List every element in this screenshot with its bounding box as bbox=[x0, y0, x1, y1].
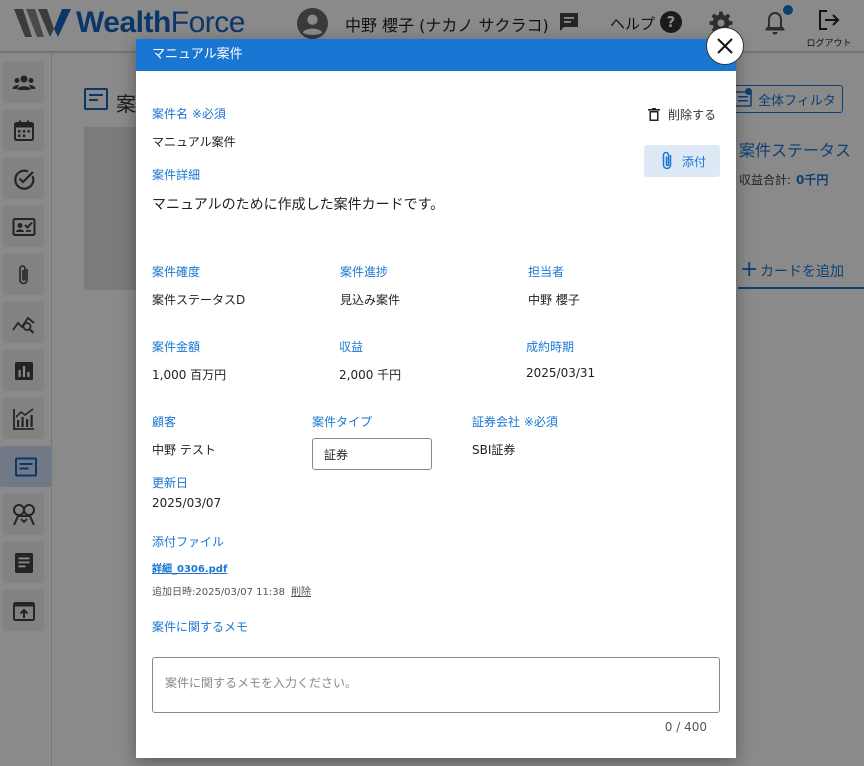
customer-label: 顧客 bbox=[152, 415, 177, 429]
certainty-label: 案件確度 bbox=[152, 265, 201, 279]
certainty-value[interactable]: 案件ステータスD bbox=[152, 291, 245, 308]
attach-button[interactable]: 添付 bbox=[644, 145, 720, 177]
attachments-label: 添付ファイル bbox=[152, 535, 225, 549]
deal-type-select[interactable]: 証券 bbox=[312, 438, 432, 470]
deal-type-label: 案件タイプ bbox=[312, 415, 373, 429]
revenue-label: 収益 bbox=[339, 340, 364, 354]
amount-value[interactable]: 1,000 百万円 bbox=[152, 366, 226, 383]
deal-detail-modal: マニュアル案件 案件名 ※必須 マニュアル案件 削除する 添付 案件詳細 マニュ… bbox=[136, 39, 736, 758]
deal-name-value[interactable]: マニュアル案件 bbox=[152, 133, 236, 150]
progress-label: 案件進捗 bbox=[340, 265, 389, 279]
amount-label: 案件金額 bbox=[152, 340, 201, 354]
attachment-delete-link[interactable]: 削除 bbox=[291, 587, 311, 598]
attachment-added-time: 追加日時:2025/03/07 11:38 bbox=[152, 587, 286, 598]
updated-date-value: 2025/03/07 bbox=[152, 496, 222, 510]
memo-input[interactable]: 案件に関するメモを入力ください。 bbox=[152, 657, 720, 713]
memo-char-count: 0 / 400 bbox=[664, 720, 707, 734]
owner-value[interactable]: 中野 櫻子 bbox=[528, 291, 580, 308]
modal-title: マニュアル案件 bbox=[136, 39, 736, 71]
paperclip-icon bbox=[662, 151, 672, 170]
close-date-value[interactable]: 2025/03/31 bbox=[526, 366, 595, 380]
memo-label: 案件に関するメモ bbox=[152, 620, 249, 634]
revenue-value[interactable]: 2,000 千円 bbox=[339, 366, 401, 383]
close-modal-button[interactable] bbox=[706, 27, 744, 65]
progress-value[interactable]: 見込み案件 bbox=[340, 291, 400, 308]
deal-detail-label: 案件詳細 bbox=[152, 168, 201, 182]
deal-name-label: 案件名 ※必須 bbox=[152, 107, 226, 121]
updated-date-label: 更新日 bbox=[152, 476, 189, 490]
close-date-label: 成約時期 bbox=[526, 340, 575, 354]
attach-label: 添付 bbox=[682, 154, 707, 169]
attachment-meta: 追加日時:2025/03/07 11:38 削除 bbox=[152, 583, 311, 598]
owner-label: 担当者 bbox=[528, 265, 565, 279]
broker-label: 証券会社 ※必須 bbox=[472, 415, 558, 429]
trash-icon bbox=[648, 108, 660, 121]
delete-label: 削除する bbox=[668, 108, 717, 122]
customer-value[interactable]: 中野 テスト bbox=[152, 441, 216, 458]
delete-button[interactable]: 削除する bbox=[648, 106, 716, 123]
broker-value[interactable]: SBI証券 bbox=[472, 441, 515, 458]
attachment-file-link[interactable]: 詳細_0306.pdf bbox=[152, 560, 227, 575]
deal-detail-value[interactable]: マニュアルのために作成した案件カードです。 bbox=[152, 194, 444, 214]
close-icon bbox=[717, 38, 733, 54]
